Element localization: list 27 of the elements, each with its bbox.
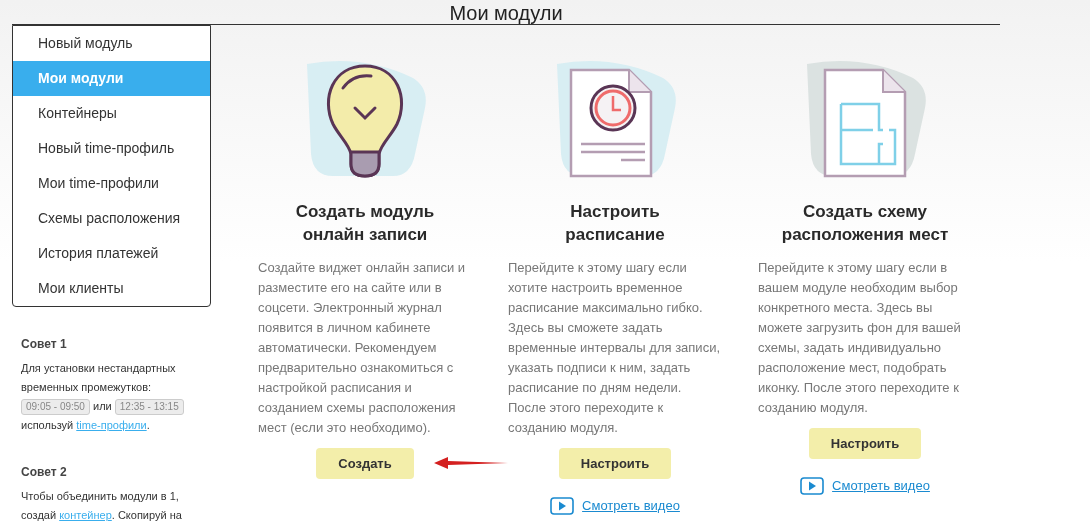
card-description: Перейдите к этому шагу если в вашем модуле необходим выбор конкретного места. Здесь вы можете загрузить фон для вашей схемы, задать индивидуально расположение мест, подобрать иконку. После этого переходите к созданию модуля.	[758, 259, 962, 417]
play-icon	[800, 476, 825, 495]
sidebar-item[interactable]: Контейнеры	[13, 96, 210, 131]
time-range-chip: 09:05 - 09:50	[21, 399, 90, 415]
play-icon	[550, 496, 575, 515]
card-description: Перейдите к этому шагу если хотите настроить временное расписание максимально гибко. Здесь вы сможете задать временные интервалы для записи, указать подписи к ним, задать расписание по дням недели. После этого переходите к созданию модуля.	[508, 259, 721, 437]
card-title: Настроить расписание	[564, 201, 666, 246]
sidebar-item[interactable]: Мои time-профили	[13, 166, 210, 201]
card-title: Создать схему расположения мест	[780, 201, 950, 246]
sidebar-item[interactable]: Мои клиенты	[13, 271, 210, 306]
card-title: Создать модуль онлайн записи	[294, 201, 436, 246]
tip-text: Для установки нестандартных временных промежутков: 09:05 - 09:50 или 12:35 - 13:15 используй time-профили.	[21, 359, 206, 435]
sidebar-item[interactable]: Схемы расположения	[13, 201, 210, 236]
card-button[interactable]: Настроить	[808, 428, 922, 459]
tip-title: Совет 1	[21, 336, 68, 353]
time-range-chip: 12:35 - 13:15	[114, 399, 184, 415]
page-title: Мои модули	[449, 2, 563, 24]
video-link[interactable]: Смотреть видео	[832, 476, 930, 496]
card-description: Создайте виджет онлайн записи и разместите его на сайте или в соцсети. Электронный журнал появится в личном кабинете автоматически. Рекомендуем предварительно ознакомиться с настройкой расписания и созданием схемы расположения мест (если это необходимо).	[258, 259, 467, 437]
tip-title: Совет 2	[21, 464, 68, 481]
sidebar-item[interactable]: История платежей	[13, 236, 210, 271]
sidebar-item[interactable]: Новый модуль	[13, 26, 210, 61]
card-button[interactable]: Настроить	[558, 448, 672, 479]
video-link[interactable]: Смотреть видео	[582, 496, 680, 516]
sidebar-item[interactable]: Новый time-профиль	[13, 131, 210, 166]
card-button[interactable]: Создать	[316, 448, 414, 479]
tip-text: Чтобы объединить модули в 1, создай контейнер. Скопируй на	[21, 489, 183, 523]
